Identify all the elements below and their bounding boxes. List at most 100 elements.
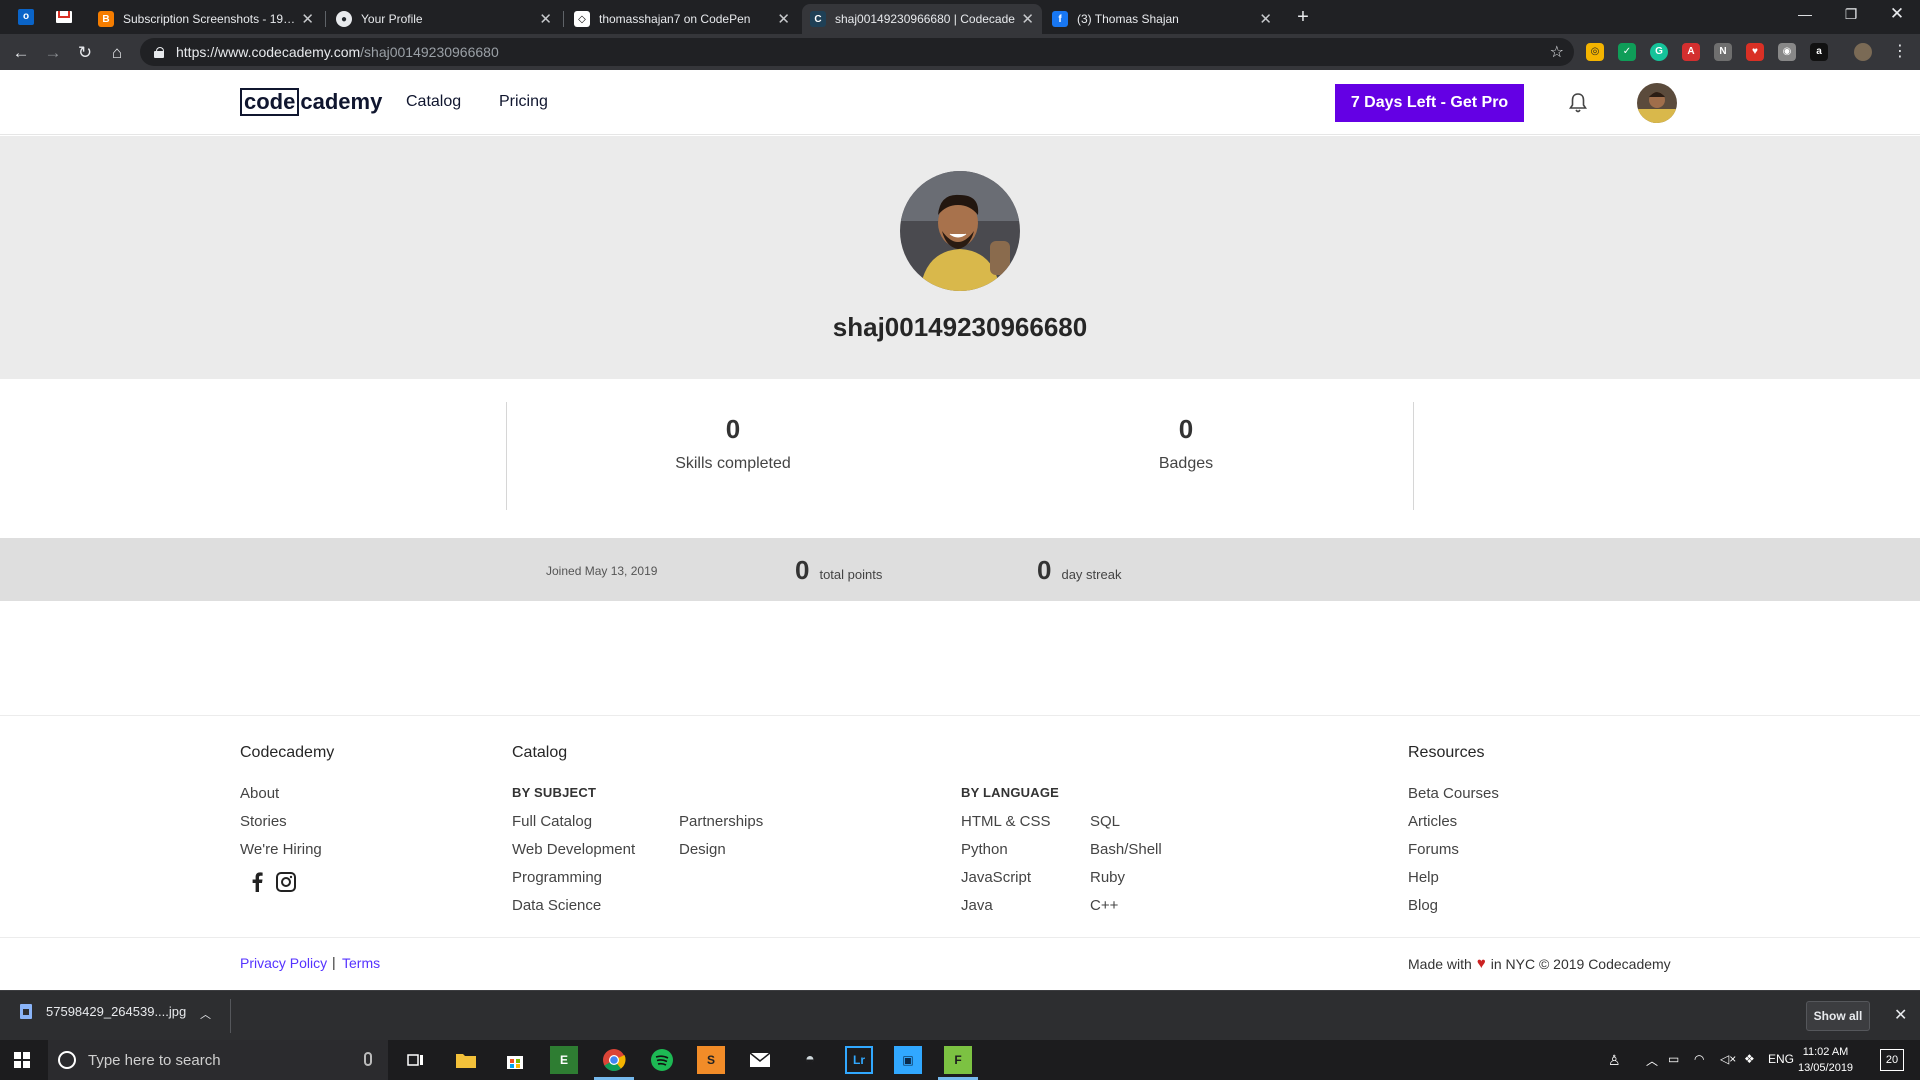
tab-facebook[interactable]: f (3) Thomas Shajan ✕ <box>1044 4 1280 34</box>
close-window-button[interactable]: ✕ <box>1874 0 1920 30</box>
amazon-icon[interactable]: a <box>1810 43 1828 61</box>
download-item[interactable]: 57598429_264539....jpg <box>20 1004 186 1019</box>
microphone-icon[interactable] <box>364 1052 372 1066</box>
footer-link-articles[interactable]: Articles <box>1408 813 1457 830</box>
reload-icon[interactable]: ↻ <box>72 40 98 66</box>
footer-link-cpp[interactable]: C++ <box>1090 897 1118 914</box>
home-icon[interactable]: ⌂ <box>104 40 130 66</box>
footer-link-partnerships[interactable]: Partnerships <box>679 813 763 830</box>
footer-link-java[interactable]: Java <box>961 897 993 914</box>
new-tab-button[interactable]: + <box>1290 6 1316 30</box>
evernote-icon[interactable]: E <box>550 1046 578 1074</box>
profile-info-bar: Joined May 13, 2019 0 total points 0 day… <box>0 538 1920 601</box>
profile-stats: 0 Skills completed 0 Badges <box>0 380 1920 537</box>
camera-icon[interactable]: ◉ <box>1778 43 1796 61</box>
footer-link-javascript[interactable]: JavaScript <box>961 869 1031 886</box>
footer-by-subject: BY SUBJECT <box>512 785 597 800</box>
browser-menu-icon[interactable]: ⋮ <box>1892 42 1908 62</box>
language-indicator[interactable]: ENG <box>1768 1052 1794 1066</box>
bookmark-star-icon[interactable]: ☆ <box>1550 42 1564 62</box>
sublime-text-icon[interactable]: S <box>697 1046 725 1074</box>
restore-button[interactable]: ❐ <box>1828 0 1874 30</box>
footer-link-about[interactable]: About <box>240 785 279 802</box>
file-explorer-icon[interactable] <box>452 1046 480 1074</box>
dropbox-icon[interactable]: ❖ <box>1744 1052 1755 1066</box>
privacy-policy-link[interactable]: Privacy Policy <box>240 955 327 971</box>
spotify-icon[interactable] <box>648 1046 676 1074</box>
footer-link-full-catalog[interactable]: Full Catalog <box>512 813 592 830</box>
close-tab-icon[interactable]: ✕ <box>539 10 552 28</box>
extension-icon[interactable]: ◎ <box>1586 43 1604 61</box>
close-tab-icon[interactable]: ✕ <box>1021 10 1034 28</box>
footer-link-sql[interactable]: SQL <box>1090 813 1120 830</box>
extension-icon[interactable]: ♥ <box>1746 43 1764 61</box>
nav-pricing[interactable]: Pricing <box>499 93 548 111</box>
codecademy-logo[interactable]: code cademy <box>240 88 382 116</box>
address-bar[interactable]: https://www.codecademy.com/shaj001492309… <box>140 38 1574 66</box>
lightroom-icon[interactable]: Lr <box>845 1046 873 1074</box>
footer-link-ruby[interactable]: Ruby <box>1090 869 1125 886</box>
footer-link-web-development[interactable]: Web Development <box>512 841 635 858</box>
footer-link-hiring[interactable]: We're Hiring <box>240 841 322 858</box>
close-tab-icon[interactable]: ✕ <box>1259 10 1272 28</box>
user-avatar[interactable] <box>1637 83 1677 123</box>
footer-heading-catalog: Catalog <box>512 744 568 761</box>
outlook-pinned-tab[interactable]: o <box>10 5 42 29</box>
app-icon[interactable]: ▣ <box>894 1046 922 1074</box>
nav-catalog[interactable]: Catalog <box>406 93 461 111</box>
app-icon[interactable]: F <box>944 1046 972 1074</box>
chrome-icon[interactable] <box>600 1046 628 1074</box>
tab-codepen[interactable]: ◇ thomasshajan7 on CodePen ✕ <box>566 4 798 34</box>
footer-link-help[interactable]: Help <box>1408 869 1439 886</box>
footer-link-html-css[interactable]: HTML & CSS <box>961 813 1050 830</box>
gmail-pinned-tab[interactable] <box>48 5 80 29</box>
tab-subscription-screenshots[interactable]: B Subscription Screenshots - 19S_I ✕ <box>90 4 322 34</box>
chevron-up-icon[interactable]: ︿ <box>200 1006 211 1022</box>
mail-icon[interactable] <box>746 1046 774 1074</box>
battery-icon[interactable]: ▭ <box>1668 1052 1679 1066</box>
extension-icon[interactable]: ✓ <box>1618 43 1636 61</box>
chevron-up-icon[interactable]: ︿ <box>1646 1052 1658 1069</box>
footer-link-design[interactable]: Design <box>679 841 726 858</box>
get-pro-button[interactable]: 7 Days Left - Get Pro <box>1335 84 1524 122</box>
minimize-button[interactable]: — <box>1782 0 1828 30</box>
show-all-button[interactable]: Show all <box>1806 1001 1870 1031</box>
wifi-icon[interactable]: ◠ <box>1694 1052 1704 1066</box>
footer-link-forums[interactable]: Forums <box>1408 841 1459 858</box>
footer-link-data-science[interactable]: Data Science <box>512 897 601 914</box>
footer-link-programming[interactable]: Programming <box>512 869 602 886</box>
close-tab-icon[interactable]: ✕ <box>301 10 314 28</box>
taskbar-search[interactable]: Type here to search <box>48 1040 388 1080</box>
heart-icon: ♥ <box>1476 955 1486 972</box>
joined-date: Joined May 13, 2019 <box>546 564 658 578</box>
close-shelf-icon[interactable]: ✕ <box>1894 1005 1907 1025</box>
notification-center-icon[interactable]: 20 <box>1880 1049 1904 1071</box>
facebook-icon[interactable] <box>252 872 263 892</box>
task-view-icon[interactable] <box>402 1046 430 1074</box>
tab-codecademy-active[interactable]: C shaj00149230966680 | Codecade ✕ <box>802 4 1042 34</box>
pdf-icon[interactable]: A <box>1682 43 1700 61</box>
github-icon: ● <box>336 11 352 27</box>
footer-link-bash-shell[interactable]: Bash/Shell <box>1090 841 1162 858</box>
bell-icon[interactable] <box>1568 92 1588 114</box>
grammarly-icon[interactable]: G <box>1650 43 1668 61</box>
terms-link[interactable]: Terms <box>342 955 380 971</box>
volume-mute-icon[interactable]: ◁× <box>1720 1052 1736 1066</box>
instagram-icon[interactable] <box>276 872 296 892</box>
close-tab-icon[interactable]: ✕ <box>777 10 790 28</box>
profile-icon[interactable] <box>1854 43 1872 61</box>
people-icon[interactable]: ♙ <box>1608 1052 1621 1069</box>
footer-link-beta-courses[interactable]: Beta Courses <box>1408 785 1499 802</box>
footer-link-stories[interactable]: Stories <box>240 813 287 830</box>
footer-link-blog[interactable]: Blog <box>1408 897 1438 914</box>
skills-completed-count: 0 <box>725 414 741 444</box>
extension-icon[interactable]: N <box>1714 43 1732 61</box>
store-icon[interactable] <box>501 1046 529 1074</box>
system-clock[interactable]: 11:02 AM 13/05/2019 <box>1798 1044 1853 1076</box>
tab-your-profile[interactable]: ● Your Profile ✕ <box>328 4 560 34</box>
back-icon[interactable]: ← <box>8 40 34 66</box>
footer-link-python[interactable]: Python <box>961 841 1008 858</box>
forward-icon[interactable]: → <box>40 40 66 66</box>
windows-start-icon[interactable] <box>14 1052 30 1068</box>
app-icon[interactable]: ◓ <box>796 1046 824 1074</box>
